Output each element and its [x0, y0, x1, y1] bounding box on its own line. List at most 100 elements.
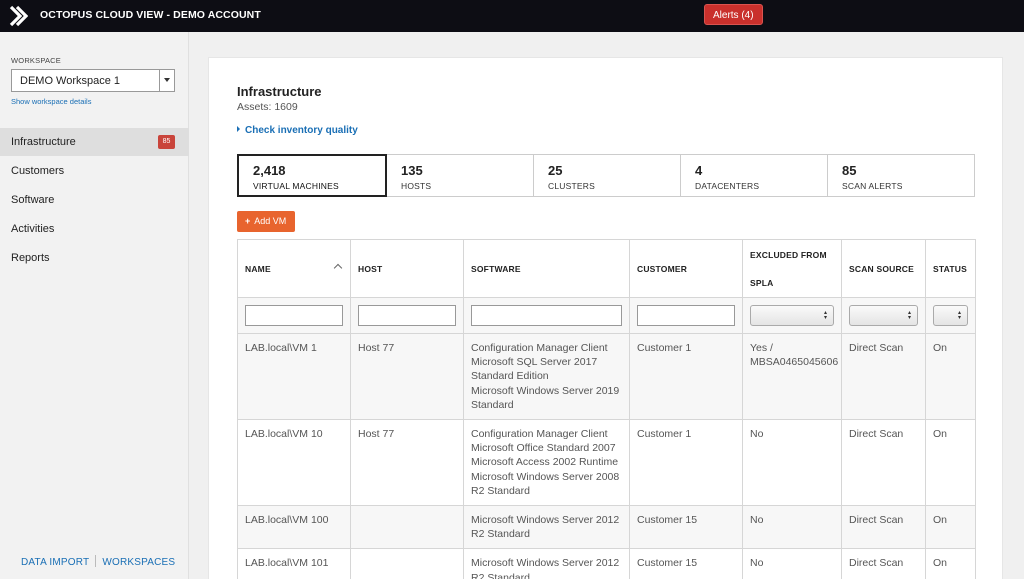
- sidebar: WORKSPACE DEMO Workspace 1 Show workspac…: [0, 32, 189, 579]
- cell-excluded: No: [742, 419, 842, 507]
- stat-value: 4: [695, 163, 703, 178]
- cell-name[interactable]: LAB.local\VM 10: [237, 419, 351, 507]
- add-vm-button[interactable]: + Add VM: [237, 211, 295, 232]
- cell-status: On: [925, 332, 976, 421]
- cell-customer: Customer 1: [629, 332, 743, 421]
- show-workspace-details-link[interactable]: Show workspace details: [11, 97, 91, 106]
- stat-label: SCAN ALERTS: [842, 181, 903, 191]
- sidebar-item-customers[interactable]: Customers: [0, 157, 189, 185]
- stat-value: 25: [548, 163, 563, 178]
- stat-value: 135: [401, 163, 423, 178]
- sidebar-item-label: Customers: [11, 165, 65, 177]
- add-vm-label: Add VM: [254, 216, 287, 226]
- cell-excluded: Yes / MBSA0465045606: [742, 332, 842, 421]
- cell-scan-source: Direct Scan: [841, 548, 926, 579]
- workspaces-link[interactable]: WORKSPACES: [102, 557, 175, 568]
- workspace-select-value: DEMO Workspace 1: [20, 75, 121, 87]
- cell-scan-source: Direct Scan: [841, 505, 926, 550]
- cell-software: Configuration Manager Client Microsoft S…: [463, 332, 630, 421]
- column-header-excluded-from-spla[interactable]: EXCLUDED FROM SPLA: [742, 239, 842, 298]
- table-row[interactable]: LAB.local\VM 10 Host 77 Configuration Ma…: [237, 419, 976, 507]
- page-title: Infrastructure: [237, 84, 322, 99]
- cell-excluded: No: [742, 505, 842, 550]
- cell-status: On: [925, 548, 976, 579]
- cell-software: Microsoft Windows Server 2012 R2 Standar…: [463, 505, 630, 550]
- workspace-label: WORKSPACE: [11, 56, 62, 65]
- top-bar: OCTOPUS CLOUD VIEW - DEMO ACCOUNT Alerts…: [0, 0, 1024, 32]
- cell-name[interactable]: LAB.local\VM 100: [237, 505, 351, 550]
- stat-value: 2,418: [253, 163, 286, 178]
- filter-row: [237, 297, 976, 334]
- plus-icon: +: [245, 216, 251, 226]
- cell-scan-source: Direct Scan: [841, 419, 926, 507]
- sidebar-item-label: Activities: [11, 223, 55, 235]
- tab-virtual-machines[interactable]: 2,418 VIRTUAL MACHINES: [237, 154, 387, 197]
- column-header-status[interactable]: STATUS: [925, 239, 976, 298]
- cell-host: [350, 548, 464, 579]
- status-filter-select[interactable]: [933, 305, 968, 326]
- chevron-down-icon[interactable]: [159, 70, 174, 91]
- sidebar-item-infrastructure[interactable]: Infrastructure 85: [0, 128, 189, 156]
- sidebar-item-label: Reports: [11, 252, 50, 264]
- cell-status: On: [925, 419, 976, 507]
- cell-status: On: [925, 505, 976, 550]
- octopus-logo-icon[interactable]: [8, 5, 28, 27]
- cell-customer: Customer 1: [629, 419, 743, 507]
- column-header-scan-source[interactable]: SCAN SOURCE: [841, 239, 926, 298]
- table-header-row: NAME HOST SOFTWARE CUSTOMER EXCLUDED FRO…: [237, 239, 976, 298]
- sidebar-item-activities[interactable]: Activities: [0, 215, 189, 243]
- cell-host: Host 77: [350, 419, 464, 507]
- column-header-customer[interactable]: CUSTOMER: [629, 239, 743, 298]
- sidebar-item-reports[interactable]: Reports: [0, 244, 189, 272]
- app-title: OCTOPUS CLOUD VIEW - DEMO ACCOUNT: [40, 9, 261, 21]
- check-inventory-quality-link[interactable]: Check inventory quality: [237, 125, 358, 136]
- tab-hosts[interactable]: 135 HOSTS: [386, 154, 534, 197]
- sort-ascending-icon[interactable]: [333, 263, 343, 272]
- table-row[interactable]: LAB.local\VM 101 Microsoft Windows Serve…: [237, 548, 976, 579]
- software-filter-input[interactable]: [471, 305, 622, 326]
- cell-scan-source: Direct Scan: [841, 332, 926, 421]
- cell-host: Host 77: [350, 332, 464, 421]
- cell-software: Configuration Manager Client Microsoft O…: [463, 419, 630, 507]
- tab-datacenters[interactable]: 4 DATACENTERS: [680, 154, 828, 197]
- tab-scan-alerts[interactable]: 85 SCAN ALERTS: [827, 154, 975, 197]
- vm-table: NAME HOST SOFTWARE CUSTOMER EXCLUDED FRO…: [237, 239, 976, 579]
- stat-label: VIRTUAL MACHINES: [253, 181, 339, 191]
- cell-software: Microsoft Windows Server 2012 R2 Standar…: [463, 548, 630, 579]
- cell-name[interactable]: LAB.local\VM 101: [237, 548, 351, 579]
- excluded-filter-select[interactable]: [750, 305, 834, 326]
- table-row[interactable]: LAB.local\VM 1 Host 77 Configuration Man…: [237, 332, 976, 421]
- column-header-software[interactable]: SOFTWARE: [463, 239, 630, 298]
- check-inventory-quality-label: Check inventory quality: [245, 125, 358, 136]
- column-header-name[interactable]: NAME: [237, 239, 351, 298]
- main-panel: Infrastructure Assets: 1609 Check invent…: [208, 57, 1003, 579]
- sidebar-item-label: Software: [11, 194, 55, 206]
- cell-host: [350, 505, 464, 550]
- footer-divider: [95, 555, 97, 567]
- sidebar-footer: DATA IMPORT WORKSPACES: [21, 555, 175, 568]
- stat-label: DATACENTERS: [695, 181, 760, 191]
- host-filter-input[interactable]: [358, 305, 456, 326]
- alerts-count-badge: 85: [158, 135, 175, 149]
- data-import-link[interactable]: DATA IMPORT: [21, 557, 89, 568]
- stats-tabs: 2,418 VIRTUAL MACHINES 135 HOSTS 25 CLUS…: [237, 154, 975, 197]
- table-row[interactable]: LAB.local\VM 100 Microsoft Windows Serve…: [237, 505, 976, 550]
- caret-right-icon: [237, 126, 240, 132]
- cell-customer: Customer 15: [629, 548, 743, 579]
- stat-value: 85: [842, 163, 857, 178]
- sidebar-item-label: Infrastructure: [11, 136, 76, 148]
- workspace-select[interactable]: DEMO Workspace 1: [11, 69, 175, 92]
- alerts-button[interactable]: Alerts (4): [704, 4, 763, 25]
- customer-filter-input[interactable]: [637, 305, 735, 326]
- name-filter-input[interactable]: [245, 305, 343, 326]
- sidebar-item-software[interactable]: Software: [0, 186, 189, 214]
- asset-count: Assets: 1609: [237, 101, 298, 113]
- stat-label: HOSTS: [401, 181, 432, 191]
- scan-source-filter-select[interactable]: [849, 305, 918, 326]
- cell-excluded: No: [742, 548, 842, 579]
- tab-clusters[interactable]: 25 CLUSTERS: [533, 154, 681, 197]
- cell-customer: Customer 15: [629, 505, 743, 550]
- cell-name[interactable]: LAB.local\VM 1: [237, 332, 351, 421]
- stat-label: CLUSTERS: [548, 181, 595, 191]
- column-header-host[interactable]: HOST: [350, 239, 464, 298]
